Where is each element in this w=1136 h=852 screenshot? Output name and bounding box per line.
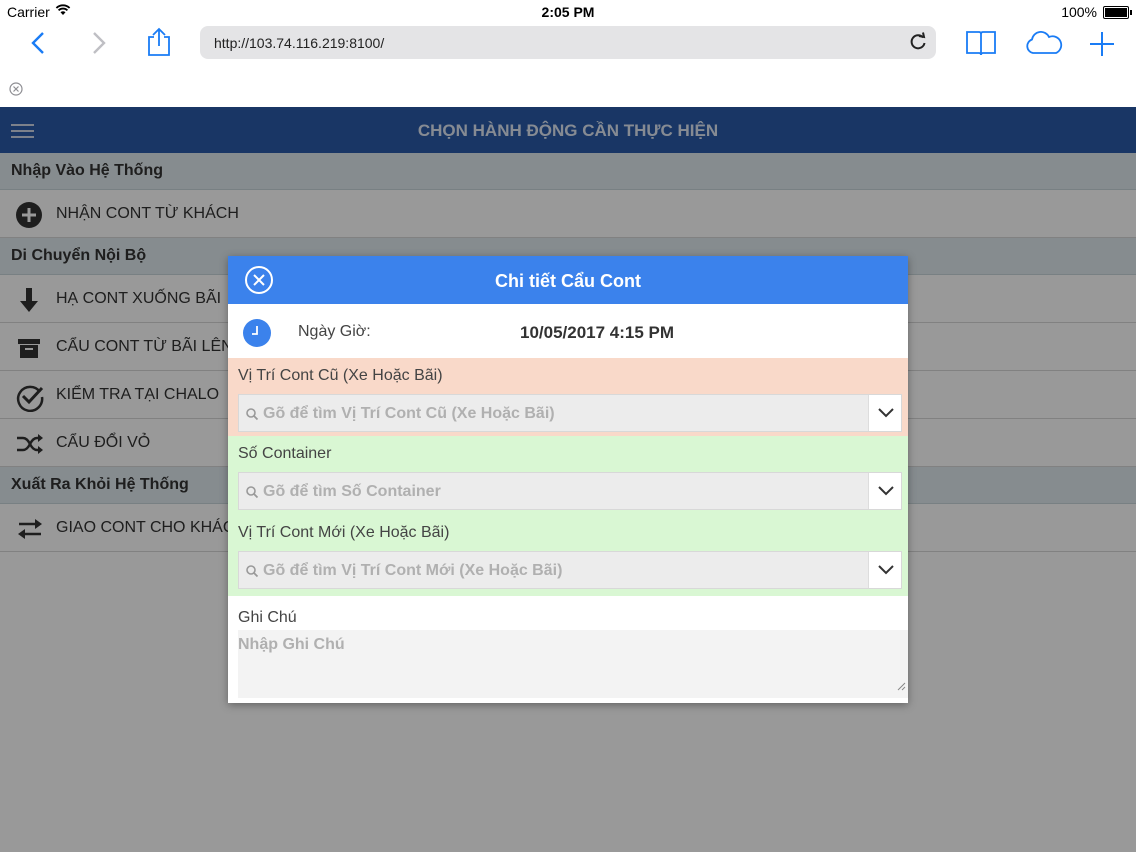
new-tab-icon[interactable] [1089,31,1115,62]
notes-label: Ghi Chú [238,609,297,626]
cloud-tabs-icon[interactable] [1024,31,1064,60]
new-position-field: Vị Trí Cont Mới (Xe Hoặc Bãi) Gõ để tìm … [228,515,908,596]
reload-icon[interactable] [908,32,928,57]
dialog-title: Chi tiết Cẩu Cont [495,271,641,291]
back-icon[interactable] [30,31,46,60]
status-bar: Carrier 2:05 PM 100% [0,0,1136,24]
battery-percent: 100% [1061,4,1097,20]
search-icon [245,485,259,504]
share-icon[interactable] [146,27,172,62]
container-number-placeholder[interactable]: Gõ để tìm Số Container [263,483,441,501]
new-position-placeholder[interactable]: Gõ để tìm Vị Trí Cont Mới (Xe Hoặc Bãi) [263,562,562,580]
datetime-value: 10/05/2017 4:15 PM [520,323,675,342]
chevron-down-icon[interactable] [868,552,901,588]
datetime-row: Ngày Giờ: 10/05/2017 4:15 PM [228,304,908,358]
clock-time: 2:05 PM [541,4,595,20]
notes-field: Ghi Chú Nhập Ghi Chú [228,596,908,703]
dialog-header: Chi tiết Cẩu Cont [228,256,908,304]
forward-icon[interactable] [91,31,107,60]
search-icon [245,407,259,426]
battery-icon [1103,6,1132,19]
old-position-label: Vị Trí Cont Cũ (Xe Hoặc Bãi) [238,367,443,384]
old-position-field: Vị Trí Cont Cũ (Xe Hoặc Bãi) Gõ để tìm V… [228,358,908,436]
chevron-down-icon[interactable] [868,395,901,431]
chevron-down-icon[interactable] [868,473,901,509]
url-text[interactable]: http://103.74.116.219:8100/ [214,35,384,51]
crane-detail-dialog: Chi tiết Cẩu Cont Ngày Giờ: 10/05/2017 4… [228,256,908,703]
old-position-placeholder[interactable]: Gõ để tìm Vị Trí Cont Cũ (Xe Hoặc Bãi) [263,405,555,423]
old-position-select[interactable]: Gõ để tìm Vị Trí Cont Cũ (Xe Hoặc Bãi) [238,394,902,432]
new-position-select[interactable]: Gõ để tìm Vị Trí Cont Mới (Xe Hoặc Bãi) [238,551,902,589]
new-position-label: Vị Trí Cont Mới (Xe Hoặc Bãi) [238,524,450,541]
bookmarks-icon[interactable] [965,29,997,62]
clock-icon [242,318,272,353]
container-number-field: Số Container Gõ để tìm Số Container [228,436,908,515]
notes-textarea[interactable]: Nhập Ghi Chú [238,630,908,698]
resize-handle-icon[interactable] [897,678,906,696]
notes-placeholder[interactable]: Nhập Ghi Chú [238,636,345,654]
search-icon [245,564,259,583]
container-number-select[interactable]: Gõ để tìm Số Container [238,472,902,510]
close-tab-icon[interactable] [9,82,23,96]
container-number-label: Số Container [238,445,332,462]
datetime-label: Ngày Giờ: [298,323,371,340]
address-bar[interactable]: http://103.74.116.219:8100/ [200,26,936,59]
